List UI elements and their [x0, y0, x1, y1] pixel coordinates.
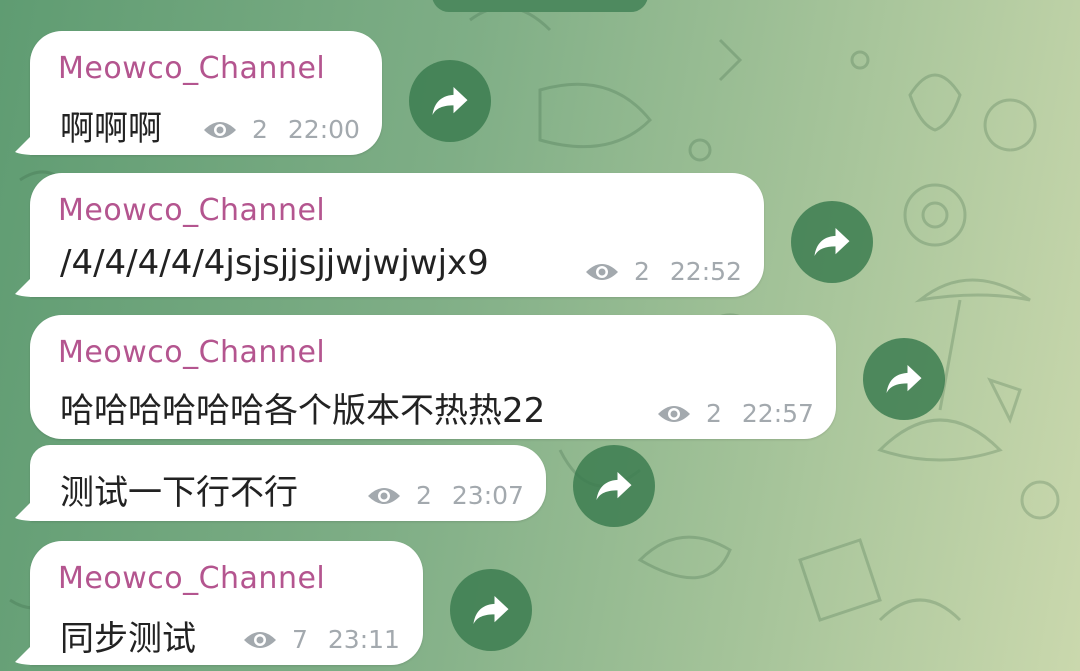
- view-count: 2: [634, 257, 650, 286]
- message-bubble[interactable]: Meowco_Channel 哈哈哈哈哈哈各个版本不热热22 2 22:57: [30, 315, 836, 439]
- chat-background: Meowco_Channel 啊啊啊 2 22:00 Meowco_Channe…: [0, 0, 1080, 671]
- forward-arrow-icon: [432, 87, 468, 115]
- eye-icon: [368, 487, 400, 504]
- eye-icon: [204, 121, 236, 138]
- forward-arrow-icon: [886, 365, 922, 393]
- message-bubble[interactable]: 测试一下行不行 2 23:07: [30, 445, 546, 521]
- forward-button[interactable]: [791, 201, 873, 283]
- forward-arrow-icon: [473, 596, 509, 624]
- message-meta: 7 23:11: [242, 625, 400, 654]
- message-meta: 2 22:57: [656, 399, 814, 428]
- view-count: 7: [292, 625, 308, 654]
- message-bubble[interactable]: Meowco_Channel /4/4/4/4/4jsjsjjsjjwjwjwj…: [30, 173, 764, 297]
- forward-button[interactable]: [450, 569, 532, 651]
- forward-arrow-icon: [596, 472, 632, 500]
- message-author[interactable]: Meowco_Channel: [58, 51, 325, 86]
- message-text: 测试一下行不行: [60, 473, 298, 513]
- message-text: 啊啊啊: [60, 109, 162, 149]
- view-count: 2: [706, 399, 722, 428]
- message-bubble[interactable]: Meowco_Channel 啊啊啊 2 22:00: [30, 31, 382, 155]
- message-time: 22:52: [669, 257, 742, 286]
- message-meta: 2 22:00: [202, 115, 360, 144]
- eye-icon: [586, 263, 618, 280]
- eye-icon: [244, 631, 276, 648]
- message-time: 23:07: [451, 481, 524, 510]
- forward-button[interactable]: [863, 338, 945, 420]
- date-header: [432, 0, 648, 12]
- message-time: 22:00: [287, 115, 360, 144]
- view-count: 2: [252, 115, 268, 144]
- message-author[interactable]: Meowco_Channel: [58, 561, 325, 596]
- message-time: 23:11: [327, 625, 400, 654]
- message-text: 同步测试: [60, 619, 196, 659]
- message-time: 22:57: [741, 399, 814, 428]
- forward-button[interactable]: [409, 60, 491, 142]
- forward-arrow-icon: [814, 228, 850, 256]
- message-text: 哈哈哈哈哈哈各个版本不热热22: [60, 391, 546, 431]
- view-count: 2: [416, 481, 432, 510]
- message-meta: 2 23:07: [366, 481, 524, 510]
- message-text: /4/4/4/4/4jsjsjjsjjwjwjwjx9: [60, 243, 489, 283]
- forward-button[interactable]: [573, 445, 655, 527]
- message-meta: 2 22:52: [584, 257, 742, 286]
- message-bubble[interactable]: Meowco_Channel 同步测试 7 23:11: [30, 541, 423, 665]
- eye-icon: [658, 405, 690, 422]
- message-author[interactable]: Meowco_Channel: [58, 193, 325, 228]
- message-author[interactable]: Meowco_Channel: [58, 335, 325, 370]
